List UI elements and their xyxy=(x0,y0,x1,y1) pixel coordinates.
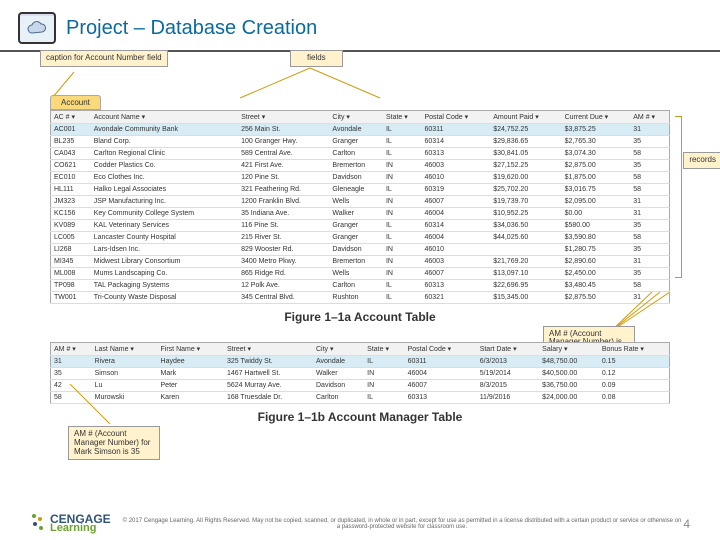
col-header[interactable]: City ▾ xyxy=(329,111,383,124)
table-row[interactable]: KV089KAL Veterinary Services116 Pine St.… xyxy=(51,220,670,232)
table-row[interactable]: CO621Codder Plastics Co.421 First Ave.Br… xyxy=(51,160,670,172)
table-row[interactable]: JM323JSP Manufacturing Inc.1200 Franklin… xyxy=(51,196,670,208)
callout-caption: caption for Account Number field xyxy=(40,50,168,67)
col-header[interactable]: Account Name ▾ xyxy=(91,111,238,124)
cloud-icon xyxy=(18,12,56,44)
table-row[interactable]: 31RiveraHaydee325 Twiddy St.AvondaleIL60… xyxy=(51,356,670,368)
table-row[interactable]: TW001Tri-County Waste Disposal345 Centra… xyxy=(51,292,670,304)
col-header[interactable]: Postal Code ▾ xyxy=(422,111,491,124)
page-header: Project – Database Creation xyxy=(0,0,720,52)
table-row[interactable]: LI268Lars-Idsen Inc.829 Wooster Rd.David… xyxy=(51,244,670,256)
callout-am35-b: AM # (Account Manager Number) for Mark S… xyxy=(68,426,160,460)
col-header[interactable]: AM # ▾ xyxy=(630,111,669,124)
page-number: 4 xyxy=(683,517,690,531)
account-table: AC # ▾Account Name ▾Street ▾City ▾State … xyxy=(50,110,670,304)
col-header[interactable]: Salary ▾ xyxy=(539,343,599,356)
table-row[interactable]: EC010Eco Clothes Inc.120 Pine St.Davidso… xyxy=(51,172,670,184)
col-header[interactable]: Start Date ▾ xyxy=(477,343,539,356)
records-bracket xyxy=(675,116,682,278)
cengage-logo: CENGAGE Learning xyxy=(50,514,111,535)
col-header[interactable]: Postal Code ▾ xyxy=(405,343,477,356)
logo-dots xyxy=(30,512,46,536)
copyright-text: © 2017 Cengage Learning. All Rights Rese… xyxy=(121,518,684,530)
table-row[interactable]: 42LuPeter5624 Murray Ave.DavidsonIN46007… xyxy=(51,380,670,392)
table-row[interactable]: TP098TAL Packaging Systems12 Polk Ave.Ca… xyxy=(51,280,670,292)
col-header[interactable]: Bonus Rate ▾ xyxy=(599,343,670,356)
account-tab[interactable]: Account xyxy=(50,95,101,110)
table-row[interactable]: HL111Halko Legal Associates321 Featherin… xyxy=(51,184,670,196)
table-row[interactable]: ML008Mums Landscaping Co.865 Ridge Rd.We… xyxy=(51,268,670,280)
col-header[interactable]: Amount Paid ▾ xyxy=(490,111,561,124)
callout-fields: fields xyxy=(290,50,343,67)
account-manager-table: AM # ▾Last Name ▾First Name ▾Street ▾Cit… xyxy=(50,342,670,404)
col-header[interactable]: Last Name ▾ xyxy=(92,343,158,356)
table-row[interactable]: BL235Bland Corp.100 Granger Hwy.GrangerI… xyxy=(51,136,670,148)
col-header[interactable]: City ▾ xyxy=(313,343,364,356)
footer: CENGAGE Learning © 2017 Cengage Learning… xyxy=(0,512,720,536)
account-table-wrap: Account AC # ▾Account Name ▾Street ▾City… xyxy=(50,92,670,304)
table-row[interactable]: MI345Midwest Library Consortium3400 Metr… xyxy=(51,256,670,268)
col-header[interactable]: AC # ▾ xyxy=(51,111,91,124)
page-title: Project – Database Creation xyxy=(66,17,317,40)
col-header[interactable]: Street ▾ xyxy=(224,343,313,356)
table-row[interactable]: 58MurowskiKaren168 Truesdale Dr.CarltonI… xyxy=(51,392,670,404)
col-header[interactable]: Street ▾ xyxy=(238,111,329,124)
content-area: caption for Account Number field fields … xyxy=(0,52,720,460)
figure-caption-b: Figure 1–1b Account Manager Table xyxy=(50,410,670,424)
figure-caption-a: Figure 1–1a Account Table xyxy=(50,310,670,324)
manager-table-wrap: AM # ▾Last Name ▾First Name ▾Street ▾Cit… xyxy=(50,342,670,404)
table-row[interactable]: KC156Key Community College System35 Indi… xyxy=(51,208,670,220)
col-header[interactable]: First Name ▾ xyxy=(158,343,224,356)
col-header[interactable]: State ▾ xyxy=(364,343,404,356)
table-row[interactable]: CA043Carlton Regional Clinic589 Central … xyxy=(51,148,670,160)
callout-records: records xyxy=(683,152,720,169)
table-row[interactable]: 35SimsonMark1467 Hartwell St.WalkerIN460… xyxy=(51,368,670,380)
table-row[interactable]: LC005Lancaster County Hospital215 River … xyxy=(51,232,670,244)
col-header[interactable]: Current Due ▾ xyxy=(562,111,631,124)
col-header[interactable]: AM # ▾ xyxy=(51,343,92,356)
table-row[interactable]: AC001Avondale Community Bank256 Main St.… xyxy=(51,124,670,136)
col-header[interactable]: State ▾ xyxy=(383,111,422,124)
